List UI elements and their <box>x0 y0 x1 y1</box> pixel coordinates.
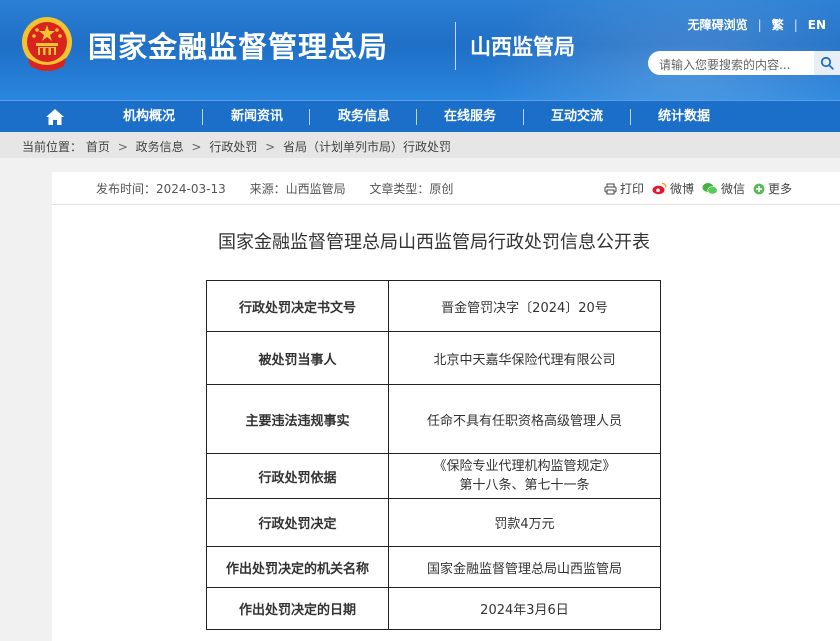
article-source: 来源：山西监管局 <box>249 182 346 196</box>
nav-separator <box>309 108 310 125</box>
row-value-line: 第十八条、第七十一条 <box>459 478 590 493</box>
nav-item-org[interactable]: 机构概况 <box>110 101 188 133</box>
search-button[interactable] <box>814 51 840 75</box>
row-key: 被处罚当事人 <box>206 331 389 385</box>
row-key: 行政处罚决定书文号 <box>206 280 389 332</box>
traditional-chinese-link[interactable]: 繁 <box>772 16 784 33</box>
home-icon <box>46 108 64 125</box>
share-bar: 打印 微博 微信 更多 <box>596 180 792 197</box>
wechat-label: 微信 <box>720 182 745 196</box>
row-value: 任命不具有任职资格高级管理人员 <box>388 384 661 454</box>
row-value: 北京中天嘉华保险代理有限公司 <box>388 331 661 385</box>
row-value: 2024年3月6日 <box>388 587 661 630</box>
article-meta: 发布时间：2024-03-13 来源：山西监管局 文章类型：原创 <box>96 180 473 197</box>
nav-item-online-service[interactable]: 在线服务 <box>427 101 513 133</box>
more-share-button[interactable]: 更多 <box>753 180 792 197</box>
print-icon <box>604 183 617 194</box>
row-key: 行政处罚依据 <box>206 453 389 499</box>
wechat-share-button[interactable]: 微信 <box>702 180 745 197</box>
nav-item-interaction[interactable]: 互动交流 <box>534 101 620 133</box>
article-type: 文章类型：原创 <box>369 182 454 196</box>
meta-divider <box>52 204 840 205</box>
nav-item-news[interactable]: 新闻资讯 <box>217 101 297 133</box>
table-row: 作出处罚决定的日期 2024年3月6日 <box>206 587 661 630</box>
search-icon <box>820 56 834 70</box>
more-label: 更多 <box>767 182 792 196</box>
weibo-icon <box>652 182 667 195</box>
weibo-label: 微博 <box>669 182 694 196</box>
nav-separator <box>202 108 203 125</box>
link-separator: | <box>757 17 762 32</box>
nav-item-statistics[interactable]: 统计数据 <box>641 101 727 133</box>
table-row: 行政处罚决定 罚款4万元 <box>206 498 661 547</box>
print-button[interactable]: 打印 <box>604 180 644 197</box>
row-key: 行政处罚决定 <box>206 498 389 547</box>
nav-separator <box>523 108 524 125</box>
plus-circle-icon <box>753 183 765 194</box>
penalty-info-table: 行政处罚决定书文号 晋金管罚决字〔2024〕20号 被处罚当事人 北京中天嘉华保… <box>206 280 661 630</box>
table-row: 被处罚当事人 北京中天嘉华保险代理有限公司 <box>206 331 661 385</box>
row-key: 作出处罚决定的机关名称 <box>206 546 389 588</box>
nav-separator <box>416 108 417 125</box>
branch-title: 山西监管局 <box>470 35 575 59</box>
national-emblem-icon[interactable] <box>20 14 74 74</box>
table-row: 行政处罚决定书文号 晋金管罚决字〔2024〕20号 <box>206 280 661 332</box>
table-row: 作出处罚决定的机关名称 国家金融监督管理总局山西监管局 <box>206 546 661 588</box>
nav-item-gov-info[interactable]: 政务信息 <box>322 101 406 133</box>
row-value: 国家金融监督管理总局山西监管局 <box>388 546 661 588</box>
publish-time: 发布时间：2024-03-13 <box>96 182 226 196</box>
weibo-share-button[interactable]: 微博 <box>652 180 694 197</box>
row-value-line: 《保险专业代理机构监管规定》 <box>433 459 616 474</box>
nav-separator <box>630 108 631 125</box>
nav-home[interactable] <box>0 101 110 133</box>
link-separator: | <box>793 17 798 32</box>
document-title: 国家金融监督管理总局山西监管局行政处罚信息公开表 <box>218 232 650 253</box>
main-nav: 机构概况 新闻资讯 政务信息 在线服务 互动交流 统计数据 <box>0 100 840 132</box>
site-title: 国家金融监督管理总局 <box>88 30 389 64</box>
site-header: 国家金融监督管理总局 山西监管局 无障碍浏览 | 繁 | EN 请输入您要搜索的… <box>0 0 840 100</box>
row-value: 晋金管罚决字〔2024〕20号 <box>388 280 661 332</box>
breadcrumb-gov-info[interactable]: 政务信息 <box>136 140 184 154</box>
wechat-icon <box>702 183 718 195</box>
english-link[interactable]: EN <box>808 18 826 32</box>
print-label: 打印 <box>619 182 644 196</box>
top-links: 无障碍浏览 | 繁 | EN <box>688 16 826 33</box>
breadcrumb-provincial-penalty[interactable]: 省局（计划单列市局）行政处罚 <box>283 140 451 154</box>
table-row: 行政处罚依据 《保险专业代理机构监管规定》 第十八条、第七十一条 <box>206 453 661 499</box>
search-input[interactable]: 请输入您要搜索的内容... <box>648 51 814 75</box>
breadcrumb-home[interactable]: 首页 <box>86 140 110 154</box>
article-panel: 发布时间：2024-03-13 来源：山西监管局 文章类型：原创 打印 微博 微… <box>52 172 840 641</box>
title-divider <box>455 22 456 70</box>
row-key: 主要违法违规事实 <box>206 384 389 454</box>
breadcrumb-label: 当前位置： <box>22 140 83 154</box>
breadcrumb: 当前位置： 首页 > 政务信息 > 行政处罚 > 省局（计划单列市局）行政处罚 <box>0 132 840 158</box>
breadcrumb-penalty[interactable]: 行政处罚 <box>209 140 257 154</box>
row-value: 《保险专业代理机构监管规定》 第十八条、第七十一条 <box>388 453 661 499</box>
row-value: 罚款4万元 <box>388 498 661 547</box>
row-key: 作出处罚决定的日期 <box>206 587 389 630</box>
table-row: 主要违法违规事实 任命不具有任职资格高级管理人员 <box>206 384 661 454</box>
accessibility-link[interactable]: 无障碍浏览 <box>688 16 748 33</box>
